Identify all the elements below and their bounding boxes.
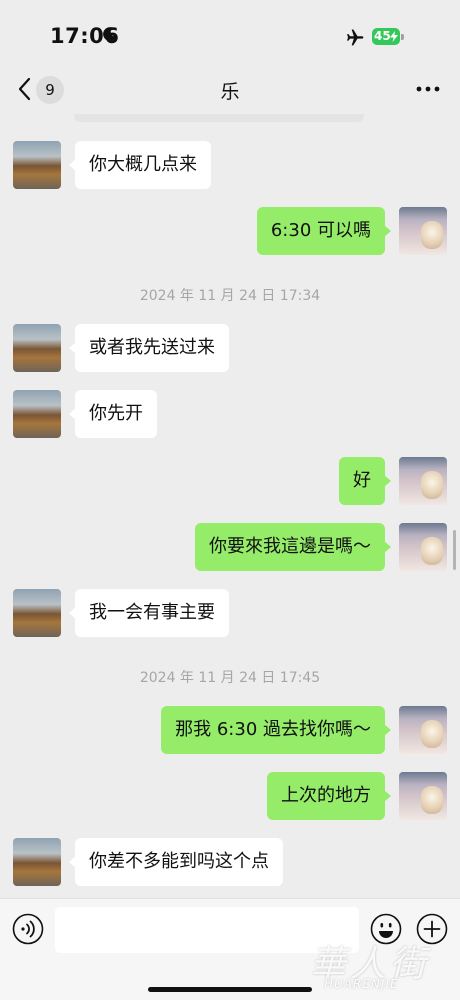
message-bubble-in[interactable]: 或者我先送过来	[69, 324, 229, 372]
message-bubble-in[interactable]: 我一会有事主要	[69, 589, 229, 637]
message-row-out: 好	[0, 456, 460, 506]
message-row-in: 或者我先送过来	[0, 323, 460, 373]
scrollbar[interactable]	[453, 530, 456, 570]
message-bubble-out[interactable]: 6:30 可以嗎	[256, 207, 392, 255]
message-row-out: 那我 6:30 過去找你嗎～	[0, 705, 460, 755]
battery-icon: 45	[372, 28, 400, 45]
contact-avatar[interactable]	[13, 589, 61, 637]
message-bubble-in[interactable]: 你大概几点来	[69, 141, 211, 189]
message-bubble-in[interactable]: 你差不多能到吗这个点	[69, 838, 283, 886]
status-bar: 17:06 45	[0, 0, 460, 66]
message-bubble-out[interactable]: 上次的地方	[267, 772, 391, 820]
my-avatar[interactable]	[399, 772, 447, 820]
message-row-in: 我一会有事主要	[0, 588, 460, 638]
message-bubble-out[interactable]: 好	[339, 457, 391, 505]
moon-icon	[103, 27, 117, 42]
input-bar: 華人街 HUARENJIE	[0, 898, 460, 1000]
my-avatar[interactable]	[399, 523, 447, 571]
message-bubble-out[interactable]: 那我 6:30 過去找你嗎～	[161, 706, 391, 754]
home-indicator[interactable]	[148, 987, 312, 992]
unread-count-badge[interactable]: 9	[36, 76, 64, 104]
message-row-in: 你先开	[0, 389, 460, 439]
charging-bolt-icon	[390, 31, 398, 42]
voice-icon[interactable]	[12, 913, 44, 945]
contact-avatar[interactable]	[13, 324, 61, 372]
more-dots-icon[interactable]	[416, 86, 440, 92]
message-bubble-in[interactable]: 你先开	[69, 390, 157, 438]
battery-tip	[401, 34, 404, 40]
watermark-logo: 華人街 HUARENJIE	[310, 935, 454, 995]
timestamp: 2024 年 11 月 24 日 17:45	[139, 670, 321, 686]
message-bubble-out[interactable]: 你要來我這邊是嗎～	[195, 523, 391, 571]
back-chevron-icon[interactable]	[16, 76, 32, 102]
pinned-banner-edge	[74, 114, 364, 122]
message-row-in: 你大概几点来	[0, 140, 460, 190]
contact-avatar[interactable]	[13, 838, 61, 886]
contact-avatar[interactable]	[13, 390, 61, 438]
contact-avatar[interactable]	[13, 141, 61, 189]
my-avatar[interactable]	[399, 706, 447, 754]
chat-title: 乐	[220, 81, 240, 103]
my-avatar[interactable]	[399, 207, 447, 255]
my-avatar[interactable]	[399, 457, 447, 505]
message-row-out: 6:30 可以嗎	[0, 206, 460, 256]
message-row-out: 你要來我這邊是嗎～	[0, 522, 460, 572]
message-row-out: 上次的地方	[0, 771, 460, 821]
timestamp: 2024 年 11 月 24 日 17:34	[139, 288, 321, 304]
airplane-icon	[347, 29, 364, 46]
battery-level: 45	[374, 29, 391, 43]
chat-header: 9 乐	[0, 66, 460, 116]
message-row-in: 你差不多能到吗这个点	[0, 837, 460, 887]
watermark-latin: HUARENJIE	[324, 977, 399, 991]
